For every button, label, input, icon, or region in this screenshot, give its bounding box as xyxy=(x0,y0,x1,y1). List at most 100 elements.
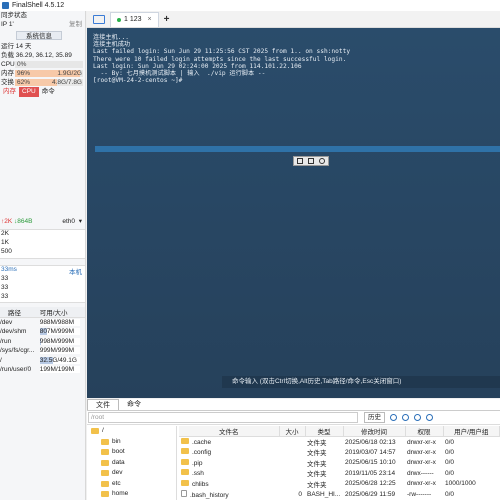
file-name: .pip xyxy=(179,458,279,469)
folder-icon xyxy=(101,470,109,477)
tree-node-label: boot xyxy=(112,448,125,455)
folder-icon xyxy=(181,438,189,444)
tab-memory[interactable]: 内存 xyxy=(0,87,19,97)
file-owner: 0/0 xyxy=(445,490,455,498)
ping-local: 本机 xyxy=(69,269,82,276)
col-size[interactable]: 大小 xyxy=(279,426,306,437)
file-row[interactable]: .cache 文件夹 2025/06/18 02:13 drwxr-xr-x 0/0 xyxy=(179,437,500,447)
disk-row[interactable]: /dev/shm 807M/999M xyxy=(0,327,85,337)
tab-commands[interactable]: 命令 xyxy=(119,399,149,410)
up-folder-icon[interactable] xyxy=(402,414,409,421)
file-row[interactable]: .pip 文件夹 2025/06/15 10:10 drwxr-xr-x 0/0 xyxy=(179,458,500,469)
close-icon[interactable]: × xyxy=(148,16,152,23)
add-tab-button[interactable]: + xyxy=(164,14,170,25)
ip-value: 1' xyxy=(8,21,14,28)
disk-header-path[interactable]: 路径 xyxy=(0,307,40,318)
file-name-text: .config xyxy=(192,449,212,457)
disk-row[interactable]: /dev 988M/988M xyxy=(0,318,85,328)
net-tick: 1K xyxy=(1,239,9,246)
command-input[interactable]: 命令输入 (双击Ctrl切换,Alt历史,Tab路径/命令,Esc关闭窗口) xyxy=(222,376,500,388)
tab-session[interactable]: 1 123 × xyxy=(110,11,159,27)
file-owner: 1000/1000 xyxy=(445,480,476,488)
file-size xyxy=(279,479,305,490)
tree-node-label: bin xyxy=(112,437,121,445)
chevron-down-icon[interactable]: ▾ xyxy=(79,217,82,226)
ping-tick: 33 xyxy=(1,293,9,300)
file-row[interactable]: chlibs 文件夹 2025/06/28 12:25 drwxr-xr-x 1000/… xyxy=(179,479,500,490)
disk-usage-text: 32.5G/49.1G xyxy=(39,356,77,364)
terminal-line: Last failed login: Sun Jun 29 11:25:56 C… xyxy=(93,48,351,56)
file-name-text: chlibs xyxy=(192,480,209,488)
tree-node-label: data xyxy=(112,458,125,466)
terminal-mini-toolbar xyxy=(293,156,329,166)
file-mtime: 2025/06/29 11:59 xyxy=(345,490,396,498)
disk-row[interactable]: /sys/fs/cgr... 999M/999M xyxy=(0,346,85,356)
net-interface-select[interactable]: eth0 xyxy=(62,217,75,226)
folder-icon[interactable] xyxy=(93,14,105,24)
tab-cpu[interactable]: CPU xyxy=(19,87,39,97)
disk-usage: 199M/199M xyxy=(39,365,85,375)
swap-percent: 62% xyxy=(17,79,31,86)
col-owner[interactable]: 用户/用户组 xyxy=(443,426,500,437)
disk-usage-text: 998M/999M xyxy=(39,337,75,345)
disk-usage: 988M/988M xyxy=(39,318,85,328)
file-row[interactable]: .config 文件夹 2019/03/07 14:57 drwxr-xr-x 0/0 xyxy=(179,447,500,458)
tree-node-label: home xyxy=(112,490,129,497)
upload-icon[interactable] xyxy=(414,414,421,421)
search-icon[interactable] xyxy=(319,158,326,164)
session-tab-label: 1 123 xyxy=(124,16,142,23)
disk-header-usage[interactable]: 可用/大小 xyxy=(39,307,85,318)
file-size xyxy=(279,458,305,469)
col-filename[interactable]: 文件名 xyxy=(179,426,280,437)
col-type[interactable]: 类型 xyxy=(305,426,344,437)
tree-node[interactable]: boot xyxy=(87,447,176,458)
disk-row[interactable]: / 32.5G/49.1G xyxy=(0,356,85,366)
paste-icon[interactable] xyxy=(307,158,314,164)
tree-node[interactable]: data xyxy=(87,458,176,469)
tab-command[interactable]: 命令 xyxy=(39,87,58,97)
file-size xyxy=(279,447,305,458)
refresh-icon[interactable] xyxy=(390,414,397,421)
terminal-selection-highlight xyxy=(95,146,500,152)
folder-icon xyxy=(181,479,189,486)
disk-path: /dev/shm xyxy=(0,328,27,336)
folder-icon xyxy=(101,438,109,445)
file-row[interactable]: .bash_history 0 BASH_HI... 2025/06/29 11:59… xyxy=(179,489,500,500)
file-type: 文件夹 xyxy=(307,481,327,489)
sysinfo-button[interactable]: 系统信息 xyxy=(16,31,62,40)
copy-icon[interactable] xyxy=(296,158,303,164)
cpu-meter: CPU 0% xyxy=(0,60,85,69)
disk-row[interactable]: /run 998M/999M xyxy=(0,337,85,347)
tab-files[interactable]: 文件 xyxy=(87,399,119,410)
path-input[interactable]: /root xyxy=(88,412,358,423)
file-name-text: .pip xyxy=(192,459,203,467)
col-perm[interactable]: 权限 xyxy=(405,426,444,437)
file-row[interactable]: .ssh 文件夹 2019/11/05 23:14 drwx------ 0/0 xyxy=(179,468,500,479)
tree-node[interactable]: / xyxy=(87,426,176,437)
file-type: BASH_HI... xyxy=(307,490,341,498)
cpu-label: CPU xyxy=(1,61,15,68)
ping-tick: 33 xyxy=(1,275,9,282)
tree-node[interactable]: bin xyxy=(87,437,176,448)
download-icon[interactable] xyxy=(426,414,433,421)
terminal-line: Last login: Sun Jun 29 02:24:00 2025 fro… xyxy=(93,62,302,70)
tree-node[interactable]: etc xyxy=(87,479,176,490)
disk-usage-text: 999M/999M xyxy=(39,347,75,355)
file-mtime: 2019/11/05 23:14 xyxy=(345,469,396,477)
terminal[interactable]: 连接主机... 连接主机成功 Last failed login: Sun Jun … xyxy=(87,28,500,398)
history-button[interactable]: 历史 xyxy=(364,412,385,423)
folder-icon xyxy=(101,491,109,498)
tree-node[interactable]: home xyxy=(87,489,176,500)
file-perm: -rw------- xyxy=(407,490,432,498)
session-tab-bar: 1 123 × + xyxy=(87,11,500,28)
col-mtime[interactable]: 修改时间 xyxy=(343,426,406,437)
net-tick: 2K xyxy=(1,230,9,237)
terminal-output: 连接主机... 连接主机成功 Last failed login: Sun Jun … xyxy=(93,34,350,84)
copy-button[interactable]: 复制 xyxy=(69,20,82,29)
folder-icon xyxy=(181,448,189,455)
ip-label: IP xyxy=(1,21,8,28)
disk-row[interactable]: /run/user/0 199M/199M xyxy=(0,365,85,375)
tree-node[interactable]: dev xyxy=(87,468,176,479)
load-average: 负载 36.29, 36.12, 35.89 xyxy=(1,52,72,59)
mem-percent: 96% xyxy=(17,70,31,77)
